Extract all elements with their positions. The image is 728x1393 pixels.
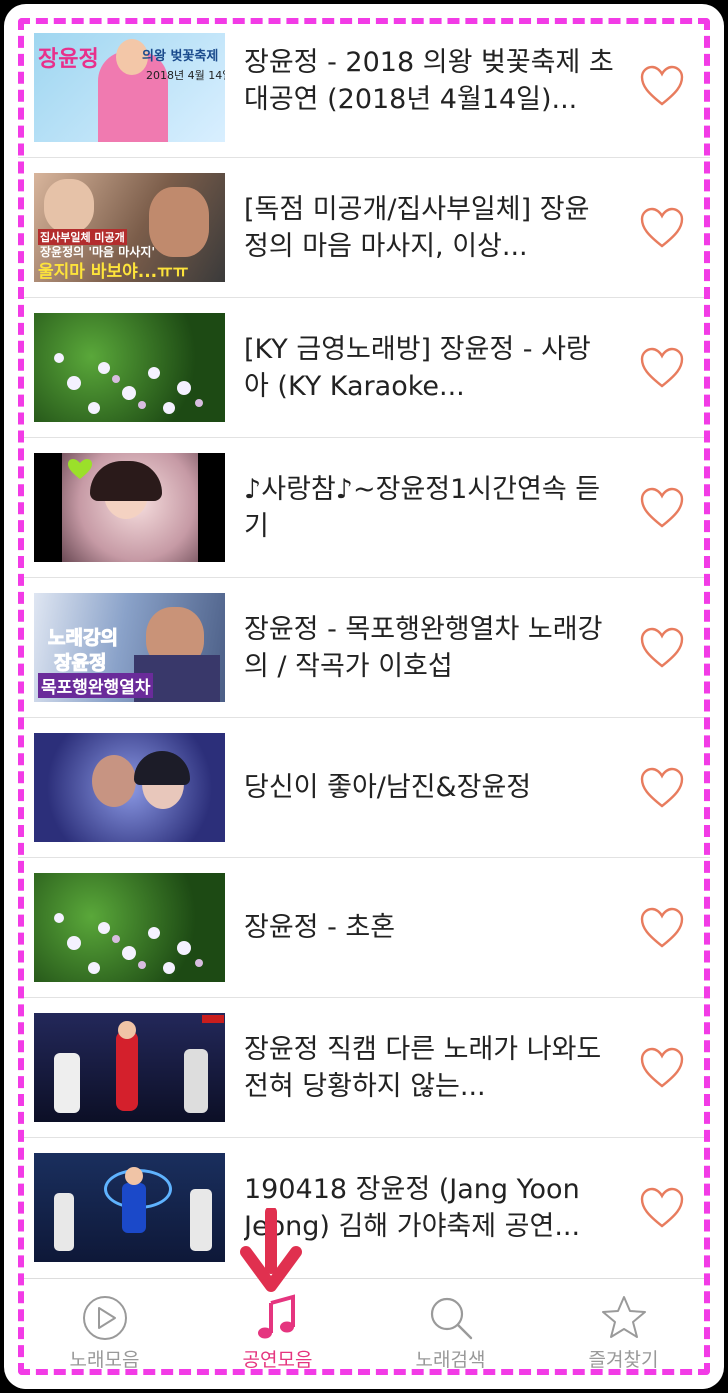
- thumb-caption-1: 노래강의: [48, 627, 119, 650]
- video-thumbnail[interactable]: 장윤정 의왕 벚꽃축제 2018년 4월 14일: [34, 33, 225, 142]
- thumb-caption-2: 장윤정: [53, 652, 107, 675]
- video-thumbnail[interactable]: [34, 873, 225, 982]
- bottom-tab-bar: 노래모음 공연모음 노래검색 즐겨찾기: [18, 1278, 710, 1389]
- video-title[interactable]: 장윤정 - 2018 의왕 벚꽃축제 초대공연 (2018년 4월14일)...: [244, 4, 614, 157]
- thumb-caption-3: 울지마 바보야...ㅠㅠ: [38, 262, 189, 282]
- tab-label: 공연모음: [242, 1349, 313, 1371]
- thumb-caption-3: 목포행완행열차: [38, 673, 154, 698]
- list-item[interactable]: 장윤정 직캠 다른 노래가 나와도 전혀 당황하지 않는...: [18, 998, 710, 1138]
- list-item[interactable]: 장윤정 의왕 벚꽃축제 2018년 4월 14일 장윤정 - 2018 의왕 벚…: [18, 4, 710, 158]
- tab-label: 노래검색: [415, 1349, 486, 1371]
- video-thumbnail[interactable]: [34, 313, 225, 422]
- thumb-date: 2018년 4월 14일: [146, 69, 225, 82]
- video-title[interactable]: [독점 미공개/집사부일체] 장윤정의 마음 마사지, 이상...: [244, 158, 614, 297]
- video-list[interactable]: 장윤정 의왕 벚꽃축제 2018년 4월 14일 장윤정 - 2018 의왕 벚…: [18, 4, 710, 1276]
- tab-songs[interactable]: 노래모음: [18, 1279, 191, 1389]
- video-title[interactable]: 장윤정 직캠 다른 노래가 나와도 전혀 당황하지 않는...: [244, 998, 614, 1137]
- down-arrow-indicator-icon: [240, 1208, 302, 1292]
- video-thumbnail[interactable]: [34, 733, 225, 842]
- favorite-heart-icon[interactable]: [638, 904, 686, 952]
- video-thumbnail[interactable]: [34, 453, 225, 562]
- video-title[interactable]: 장윤정 - 목포행완행열차 노래강의 / 작곡가 이호섭: [244, 578, 614, 717]
- favorite-heart-icon[interactable]: [638, 204, 686, 252]
- video-thumbnail[interactable]: [34, 1153, 225, 1262]
- favorite-heart-icon[interactable]: [638, 62, 686, 110]
- list-item[interactable]: ♪사랑참♪~장윤정1시간연속 듣기: [18, 438, 710, 578]
- favorite-heart-icon[interactable]: [638, 484, 686, 532]
- favorite-heart-icon[interactable]: [638, 344, 686, 392]
- video-thumbnail[interactable]: 노래강의 장윤정 목포행완행열차: [34, 593, 225, 702]
- favorite-heart-icon[interactable]: [638, 764, 686, 812]
- video-thumbnail[interactable]: 집사부일체 미공개 장윤정의 '마음 마사지' 울지마 바보야...ㅠㅠ: [34, 173, 225, 282]
- thumb-singer-name: 장윤정: [38, 47, 99, 72]
- video-thumbnail[interactable]: [34, 1013, 225, 1122]
- favorite-heart-icon[interactable]: [638, 624, 686, 672]
- list-item[interactable]: 장윤정 - 초혼: [18, 858, 710, 998]
- favorite-heart-icon[interactable]: [638, 1184, 686, 1232]
- list-item[interactable]: 190418 장윤정 (Jang Yoon Jeong) 김해 가야축제 공연.…: [18, 1138, 710, 1276]
- tab-label: 노래모음: [69, 1349, 140, 1371]
- video-title[interactable]: 장윤정 - 초혼: [244, 858, 614, 997]
- thumb-event: 의왕 벚꽃축제: [142, 49, 219, 64]
- star-icon: [601, 1296, 646, 1338]
- tab-search[interactable]: 노래검색: [364, 1279, 537, 1389]
- play-circle-icon: [82, 1296, 127, 1340]
- tab-label: 즐겨찾기: [588, 1349, 659, 1371]
- app-frame: 장윤정 의왕 벚꽃축제 2018년 4월 14일 장윤정 - 2018 의왕 벚…: [4, 4, 724, 1389]
- tab-favorites[interactable]: 즐겨찾기: [537, 1279, 710, 1389]
- music-note-icon: [257, 1294, 295, 1339]
- search-icon: [430, 1297, 472, 1340]
- video-title[interactable]: 당신이 좋아/남진&장윤정: [244, 718, 614, 857]
- list-item[interactable]: 노래강의 장윤정 목포행완행열차 장윤정 - 목포행완행열차 노래강의 / 작곡…: [18, 578, 710, 718]
- video-title[interactable]: [KY 금영노래방] 장윤정 - 사랑아 (KY Karaoke...: [244, 298, 614, 437]
- video-title[interactable]: ♪사랑참♪~장윤정1시간연속 듣기: [244, 438, 614, 577]
- list-item[interactable]: 당신이 좋아/남진&장윤정: [18, 718, 710, 858]
- list-item[interactable]: [KY 금영노래방] 장윤정 - 사랑아 (KY Karaoke...: [18, 298, 710, 438]
- list-item[interactable]: 집사부일체 미공개 장윤정의 '마음 마사지' 울지마 바보야...ㅠㅠ [독점…: [18, 158, 710, 298]
- favorite-heart-icon[interactable]: [638, 1044, 686, 1092]
